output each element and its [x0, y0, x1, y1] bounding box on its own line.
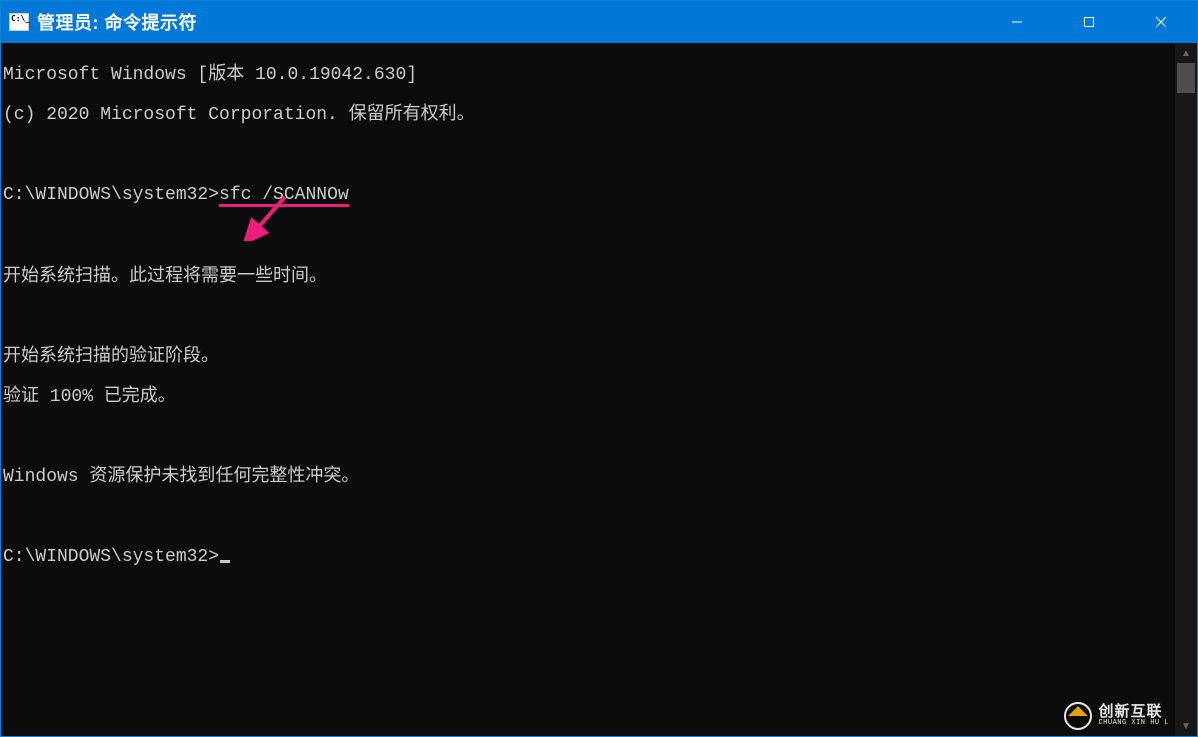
close-button[interactable] — [1125, 1, 1197, 43]
maximize-icon — [1083, 16, 1095, 28]
watermark-en: CHUANG XIN HU L — [1098, 720, 1169, 727]
watermark: 创新互联 CHUANG XIN HU L — [1064, 702, 1169, 730]
watermark-cn: 创新互联 — [1098, 705, 1169, 720]
terminal-output[interactable]: Microsoft Windows [版本 10.0.19042.630] (c… — [1, 43, 1175, 736]
scroll-up-icon[interactable]: ▲ — [1175, 43, 1197, 63]
close-icon — [1155, 16, 1167, 28]
watermark-logo-icon — [1064, 702, 1092, 730]
line-scan-start: 开始系统扫描。此过程将需要一些时间。 — [3, 267, 1175, 287]
maximize-button[interactable] — [1053, 1, 1125, 43]
prompt2-path: C:\WINDOWS\system32> — [3, 547, 219, 567]
window-title: 管理员: 命令提示符 — [37, 9, 197, 35]
blank-line — [3, 427, 1175, 447]
cmd-window: 管理员: 命令提示符 Microsoft Windows [版本 10.0.19… — [0, 0, 1198, 737]
cursor — [220, 560, 230, 563]
cmd-icon — [9, 13, 29, 31]
line-result: Windows 资源保护未找到任何完整性冲突。 — [3, 467, 1175, 487]
line-copyright: (c) 2020 Microsoft Corporation. 保留所有权利。 — [3, 105, 1175, 125]
vertical-scrollbar[interactable]: ▲ ▼ — [1175, 43, 1197, 736]
line-verify-done: 验证 100% 已完成。 — [3, 387, 1175, 407]
blank-line — [3, 307, 1175, 327]
prompt1-command: sfc /SCANNOw — [219, 187, 349, 207]
client-area: Microsoft Windows [版本 10.0.19042.630] (c… — [1, 43, 1197, 736]
blank-line — [3, 227, 1175, 247]
minimize-button[interactable] — [981, 1, 1053, 43]
minimize-icon — [1011, 16, 1023, 28]
prompt-line-2: C:\WINDOWS\system32> — [3, 547, 1175, 567]
scroll-thumb[interactable] — [1177, 63, 1195, 93]
scroll-down-icon[interactable]: ▼ — [1175, 716, 1197, 736]
titlebar[interactable]: 管理员: 命令提示符 — [1, 1, 1197, 43]
prompt-line-1: C:\WINDOWS\system32>sfc /SCANNOw — [3, 185, 1175, 207]
blank-line — [3, 507, 1175, 527]
blank-line — [3, 145, 1175, 165]
line-version: Microsoft Windows [版本 10.0.19042.630] — [3, 65, 1175, 85]
line-verify-phase: 开始系统扫描的验证阶段。 — [3, 347, 1175, 367]
prompt1-path: C:\WINDOWS\system32> — [3, 185, 219, 205]
